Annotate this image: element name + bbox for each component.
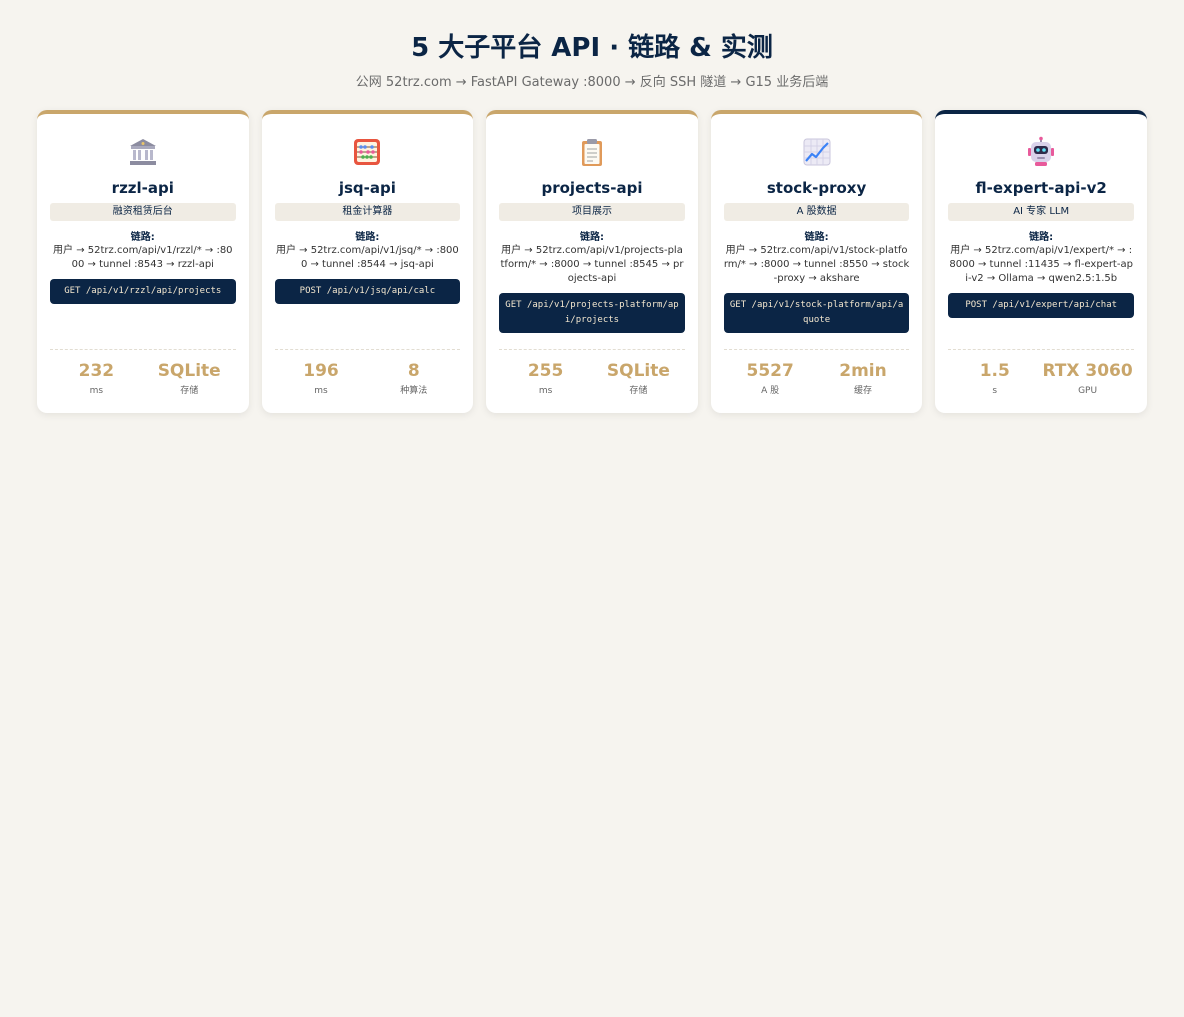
card-tag: 租金计算器 bbox=[274, 203, 461, 221]
stat-latency: 232 ms bbox=[50, 360, 143, 398]
card-name: rzzl-api bbox=[111, 179, 174, 197]
stat-latency: 1.5 s bbox=[948, 360, 1041, 398]
path-label: 链路: bbox=[579, 232, 604, 243]
stat-value: SQLite bbox=[606, 361, 670, 381]
stat-label: s bbox=[992, 386, 998, 396]
card-jsq-api[interactable]: jsq-api 租金计算器 链路: 用户 → 52trz.com/api/v1/… bbox=[261, 110, 474, 413]
card-name: stock-proxy bbox=[766, 179, 867, 197]
stat-algorithms: 8 种算法 bbox=[367, 360, 460, 398]
card-projects-api[interactable]: projects-api 项目展示 链路: 用户 → 52trz.com/api… bbox=[486, 110, 698, 413]
stat-label: GPU bbox=[1078, 386, 1098, 396]
card-stats: 5527 A 股 2min 缓存 bbox=[723, 349, 910, 398]
card-path: 用户 → 52trz.com/api/v1/rzzl/* → :8000 → t… bbox=[53, 245, 233, 270]
card-stats: 196 ms 8 种算法 bbox=[274, 349, 461, 398]
endpoint-code: POST /api/v1/jsq/api/calc bbox=[274, 279, 461, 304]
card-path: 用户 → 52trz.com/api/v1/projects-platform/… bbox=[500, 245, 684, 284]
stat-label: A 股 bbox=[761, 386, 780, 396]
stat-cache: 2min 缓存 bbox=[817, 360, 910, 398]
card-tag: 融资租赁后台 bbox=[50, 203, 236, 221]
stat-value: SQLite bbox=[157, 361, 221, 381]
card-grid: rzzl-api 融资租赁后台 链路: 用户 → 52trz.com/api/v… bbox=[0, 110, 1184, 413]
path-label: 链路: bbox=[1029, 232, 1054, 243]
clipboard-icon bbox=[576, 136, 608, 168]
card-path: 用户 → 52trz.com/api/v1/expert/* → :8000 →… bbox=[949, 245, 1133, 284]
card-name: fl-expert-api-v2 bbox=[975, 179, 1107, 197]
stat-value: 1.5 bbox=[979, 361, 1010, 381]
stat-label: 缓存 bbox=[853, 386, 872, 396]
path-label: 链路: bbox=[130, 232, 155, 243]
bank-icon bbox=[127, 136, 159, 168]
card-tag: A 股数据 bbox=[723, 203, 910, 221]
stat-label: 存储 bbox=[180, 386, 199, 396]
stat-value: 2min bbox=[839, 361, 887, 381]
chart-increasing-icon bbox=[801, 136, 833, 168]
card-tag: AI 专家 LLM bbox=[948, 203, 1134, 221]
stat-label: 种算法 bbox=[400, 386, 428, 396]
endpoint-code: GET /api/v1/rzzl/api/projects bbox=[50, 279, 236, 304]
stat-storage: SQLite 存储 bbox=[143, 360, 236, 398]
card-stock-proxy[interactable]: stock-proxy A 股数据 链路: 用户 → 52trz.com/api… bbox=[710, 110, 923, 413]
stat-value: 5527 bbox=[746, 361, 794, 381]
card-stats: 232 ms SQLite 存储 bbox=[50, 349, 236, 398]
stat-latency: 196 ms bbox=[275, 360, 368, 398]
page-title: 5 大子平台 API · 链路 & 实测 bbox=[411, 33, 773, 63]
endpoint-code: GET /api/v1/projects-platform/api/projec… bbox=[499, 293, 685, 333]
card-name: jsq-api bbox=[338, 179, 396, 197]
page: 5 大子平台 API · 链路 & 实测 公网 52trz.com → Fast… bbox=[0, 0, 1184, 413]
card-tag: 项目展示 bbox=[499, 203, 685, 221]
card-name: projects-api bbox=[541, 179, 643, 197]
stat-value: 8 bbox=[407, 361, 420, 381]
stat-label: 存储 bbox=[629, 386, 648, 396]
path-label: 链路: bbox=[355, 232, 380, 243]
card-stats: 255 ms SQLite 存储 bbox=[499, 349, 685, 398]
endpoint-code: GET /api/v1/stock-platform/api/aquote bbox=[723, 293, 910, 333]
card-rzzl-api[interactable]: rzzl-api 融资租赁后台 链路: 用户 → 52trz.com/api/v… bbox=[37, 110, 249, 413]
endpoint-code: POST /api/v1/expert/api/chat bbox=[948, 293, 1134, 318]
stat-label: ms bbox=[314, 386, 328, 396]
path-label: 链路: bbox=[804, 232, 829, 243]
stat-stocks: 5527 A 股 bbox=[724, 360, 817, 398]
stat-label: ms bbox=[89, 386, 104, 396]
card-path: 用户 → 52trz.com/api/v1/stock-platform/* →… bbox=[723, 245, 910, 284]
stat-label: ms bbox=[538, 386, 553, 396]
page-subtitle: 公网 52trz.com → FastAPI Gateway :8000 → 反… bbox=[355, 75, 829, 90]
stat-gpu: RTX 3060 GPU bbox=[1041, 360, 1134, 398]
stat-value: RTX 3060 bbox=[1042, 361, 1133, 381]
stat-value: 255 bbox=[527, 361, 564, 381]
card-stats: 1.5 s RTX 3060 GPU bbox=[948, 349, 1134, 398]
card-path: 用户 → 52trz.com/api/v1/jsq/* → :8000 → tu… bbox=[275, 245, 459, 270]
stat-latency: 255 ms bbox=[499, 360, 592, 398]
stat-value: 232 bbox=[78, 361, 115, 381]
stat-value: 196 bbox=[303, 361, 339, 381]
stat-storage: SQLite 存储 bbox=[592, 360, 685, 398]
abacus-icon bbox=[351, 136, 383, 168]
robot-icon bbox=[1025, 136, 1057, 168]
card-fl-expert-api-v2[interactable]: fl-expert-api-v2 AI 专家 LLM 链路: 用户 → 52tr… bbox=[935, 110, 1147, 413]
